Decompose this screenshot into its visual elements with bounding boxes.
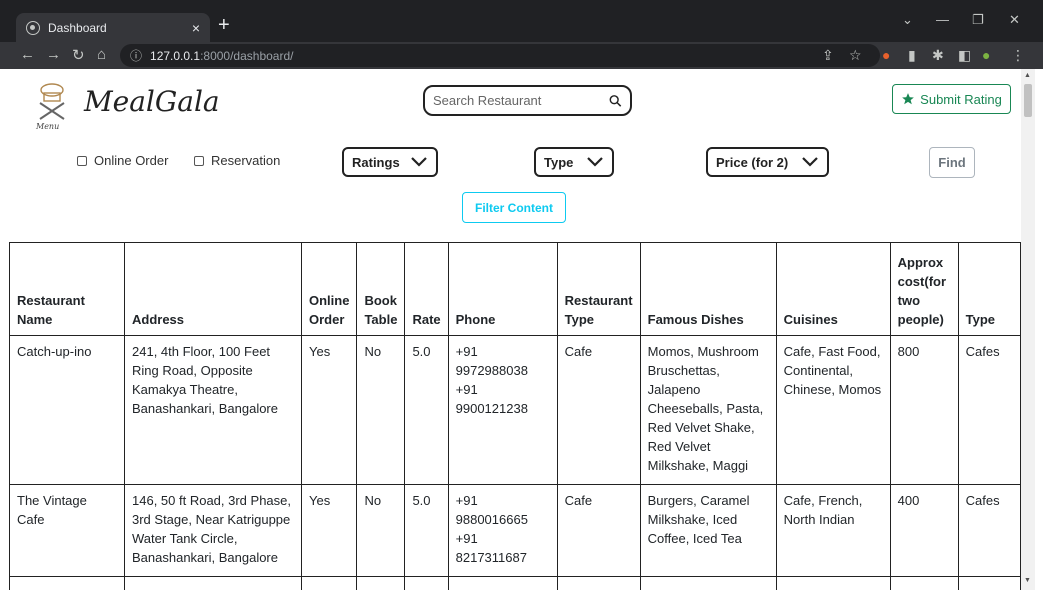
cell-type: Cafes bbox=[957, 484, 1021, 577]
type-label: Type bbox=[544, 154, 574, 170]
table-row: The Vintage Cafe 146, 50 ft Road, 3rd Ph… bbox=[9, 484, 1021, 577]
cell-phone: +91 9972988038 +91 9900121238 bbox=[447, 335, 558, 485]
url-path: :8000/dashboard/ bbox=[200, 48, 294, 63]
svg-text:Menu: Menu bbox=[35, 122, 59, 131]
chevron-down-icon bbox=[411, 157, 427, 167]
vertical-scrollbar[interactable]: ▲ ▼ bbox=[1021, 69, 1035, 590]
cell-restaurant-type: Cafe bbox=[556, 335, 641, 485]
search-icon[interactable] bbox=[609, 91, 622, 111]
tab-title: Dashboard bbox=[48, 20, 107, 35]
extension-battery-icon[interactable]: ▮ bbox=[908, 47, 916, 64]
col-approx-cost: Approx cost(for two people) bbox=[889, 242, 959, 336]
cell-address: 241, 4th Floor, 100 Feet Ring Road, Oppo… bbox=[124, 335, 302, 485]
cell-cost: 800 bbox=[889, 335, 959, 485]
reload-icon[interactable]: ↻ bbox=[72, 46, 85, 64]
brand-name: MealGala bbox=[84, 85, 220, 118]
star-icon bbox=[902, 93, 915, 105]
filter-content-button[interactable]: Filter Content bbox=[462, 192, 566, 223]
tab-search-icon[interactable]: ⌄ bbox=[902, 12, 913, 28]
table-header-row: Restaurant Name Address Online Order Boo… bbox=[9, 242, 1021, 336]
scroll-up-icon[interactable]: ▲ bbox=[1024, 72, 1031, 79]
cell-cost: 400 bbox=[889, 484, 959, 577]
address-bar[interactable]: ⓘ 127.0.0.1 :8000/dashboard/ bbox=[120, 44, 880, 67]
scrollbar-thumb[interactable] bbox=[1024, 84, 1032, 117]
search-input[interactable] bbox=[433, 93, 609, 108]
col-cuisines: Cuisines bbox=[775, 242, 891, 336]
globe-icon bbox=[26, 20, 40, 35]
sidepanel-icon[interactable]: ◧ bbox=[958, 47, 971, 64]
type-dropdown[interactable]: Type bbox=[534, 147, 614, 177]
chevron-down-icon bbox=[802, 157, 818, 167]
price-dropdown[interactable]: Price (for 2) bbox=[706, 147, 829, 177]
reservation-label: Reservation bbox=[211, 153, 281, 168]
cell-online-order: Yes bbox=[300, 484, 358, 577]
col-address: Address bbox=[124, 242, 302, 336]
menu-icon[interactable]: ⋮ bbox=[1011, 47, 1025, 64]
browser-toolbar: ← → ↻ ⌂ ⓘ 127.0.0.1 :8000/dashboard/ ⇪ ☆… bbox=[0, 42, 1043, 69]
reservation-checkbox[interactable]: Reservation bbox=[194, 153, 280, 168]
col-type: Type bbox=[957, 242, 1021, 336]
find-button[interactable]: Find bbox=[929, 147, 975, 178]
checkbox-box[interactable] bbox=[194, 155, 204, 166]
cell-famous-dishes: Momos, Mushroom Bruschettas, Jalapeno Ch… bbox=[639, 335, 777, 485]
col-online-order: Online Order bbox=[300, 242, 358, 336]
info-icon[interactable]: ⓘ bbox=[130, 47, 142, 64]
profile-avatar[interactable]: ● bbox=[982, 47, 990, 63]
home-icon[interactable]: ⌂ bbox=[97, 46, 106, 63]
search-box[interactable] bbox=[423, 85, 632, 116]
cell-rate: 5.0 bbox=[404, 335, 449, 485]
cell-rate: 5.0 bbox=[404, 484, 449, 577]
page: Menu MealGala Submit Rating Online Order… bbox=[0, 69, 1021, 601]
back-icon[interactable]: ← bbox=[20, 46, 35, 63]
cell-book-table: No bbox=[356, 484, 406, 577]
cell-cuisines: Cafe, Fast Food, Continental, Chinese, M… bbox=[775, 335, 891, 485]
tab-close-button[interactable]: × bbox=[192, 20, 200, 36]
chevron-down-icon bbox=[587, 157, 603, 167]
checkbox-box[interactable] bbox=[77, 155, 87, 166]
cell-restaurant-type: Cafe bbox=[556, 484, 641, 577]
restaurant-table: Restaurant Name Address Online Order Boo… bbox=[9, 242, 1021, 601]
price-label: Price (for 2) bbox=[716, 154, 789, 170]
ratings-label: Ratings bbox=[352, 154, 400, 170]
submit-rating-button[interactable]: Submit Rating bbox=[892, 84, 1011, 114]
window-edge bbox=[1035, 69, 1043, 601]
browser-tab[interactable]: Dashboard × bbox=[16, 13, 210, 42]
col-phone: Phone bbox=[447, 242, 558, 336]
online-order-checkbox[interactable]: Online Order bbox=[77, 153, 168, 168]
chef-logo-icon: Menu bbox=[35, 83, 65, 131]
online-order-label: Online Order bbox=[94, 153, 169, 168]
extension-icon[interactable]: ● bbox=[882, 47, 890, 63]
submit-rating-label: Submit Rating bbox=[920, 91, 1002, 107]
window-bottom-edge bbox=[0, 590, 1043, 601]
restore-icon[interactable]: ❐ bbox=[972, 12, 984, 28]
cell-online-order: Yes bbox=[300, 335, 358, 485]
cell-famous-dishes: Burgers, Caramel Milkshake, Iced Coffee,… bbox=[639, 484, 777, 577]
cell-name: The Vintage Cafe bbox=[9, 484, 125, 577]
table-row: Catch-up-ino 241, 4th Floor, 100 Feet Ri… bbox=[9, 335, 1021, 485]
cell-name: Catch-up-ino bbox=[9, 335, 125, 485]
ratings-dropdown[interactable]: Ratings bbox=[342, 147, 438, 177]
col-restaurant-type: Restaurant Type bbox=[556, 242, 641, 336]
scroll-down-icon[interactable]: ▼ bbox=[1024, 577, 1031, 584]
new-tab-button[interactable]: + bbox=[218, 14, 230, 36]
cell-type: Cafes bbox=[957, 335, 1021, 485]
browser-tab-bar: Dashboard × + ⌄ — ❐ ✕ bbox=[0, 0, 1043, 42]
puzzle-icon[interactable]: ✱ bbox=[932, 47, 944, 64]
cell-address: 146, 50 ft Road, 3rd Phase, 3rd Stage, N… bbox=[124, 484, 302, 577]
url-host: 127.0.0.1 bbox=[150, 48, 201, 63]
cell-phone: +91 9880016665 +91 8217311687 bbox=[447, 484, 558, 577]
minimize-icon[interactable]: — bbox=[936, 12, 949, 27]
close-window-icon[interactable]: ✕ bbox=[1009, 12, 1020, 28]
bookmark-star-icon[interactable]: ☆ bbox=[849, 47, 862, 64]
cell-book-table: No bbox=[356, 335, 406, 485]
col-rate: Rate bbox=[404, 242, 449, 336]
col-book-table: Book Table bbox=[356, 242, 406, 336]
forward-icon[interactable]: → bbox=[46, 46, 61, 63]
col-restaurant-name: Restaurant Name bbox=[9, 242, 125, 336]
share-icon[interactable]: ⇪ bbox=[822, 47, 834, 64]
col-famous-dishes: Famous Dishes bbox=[639, 242, 777, 336]
cell-cuisines: Cafe, French, North Indian bbox=[775, 484, 891, 577]
